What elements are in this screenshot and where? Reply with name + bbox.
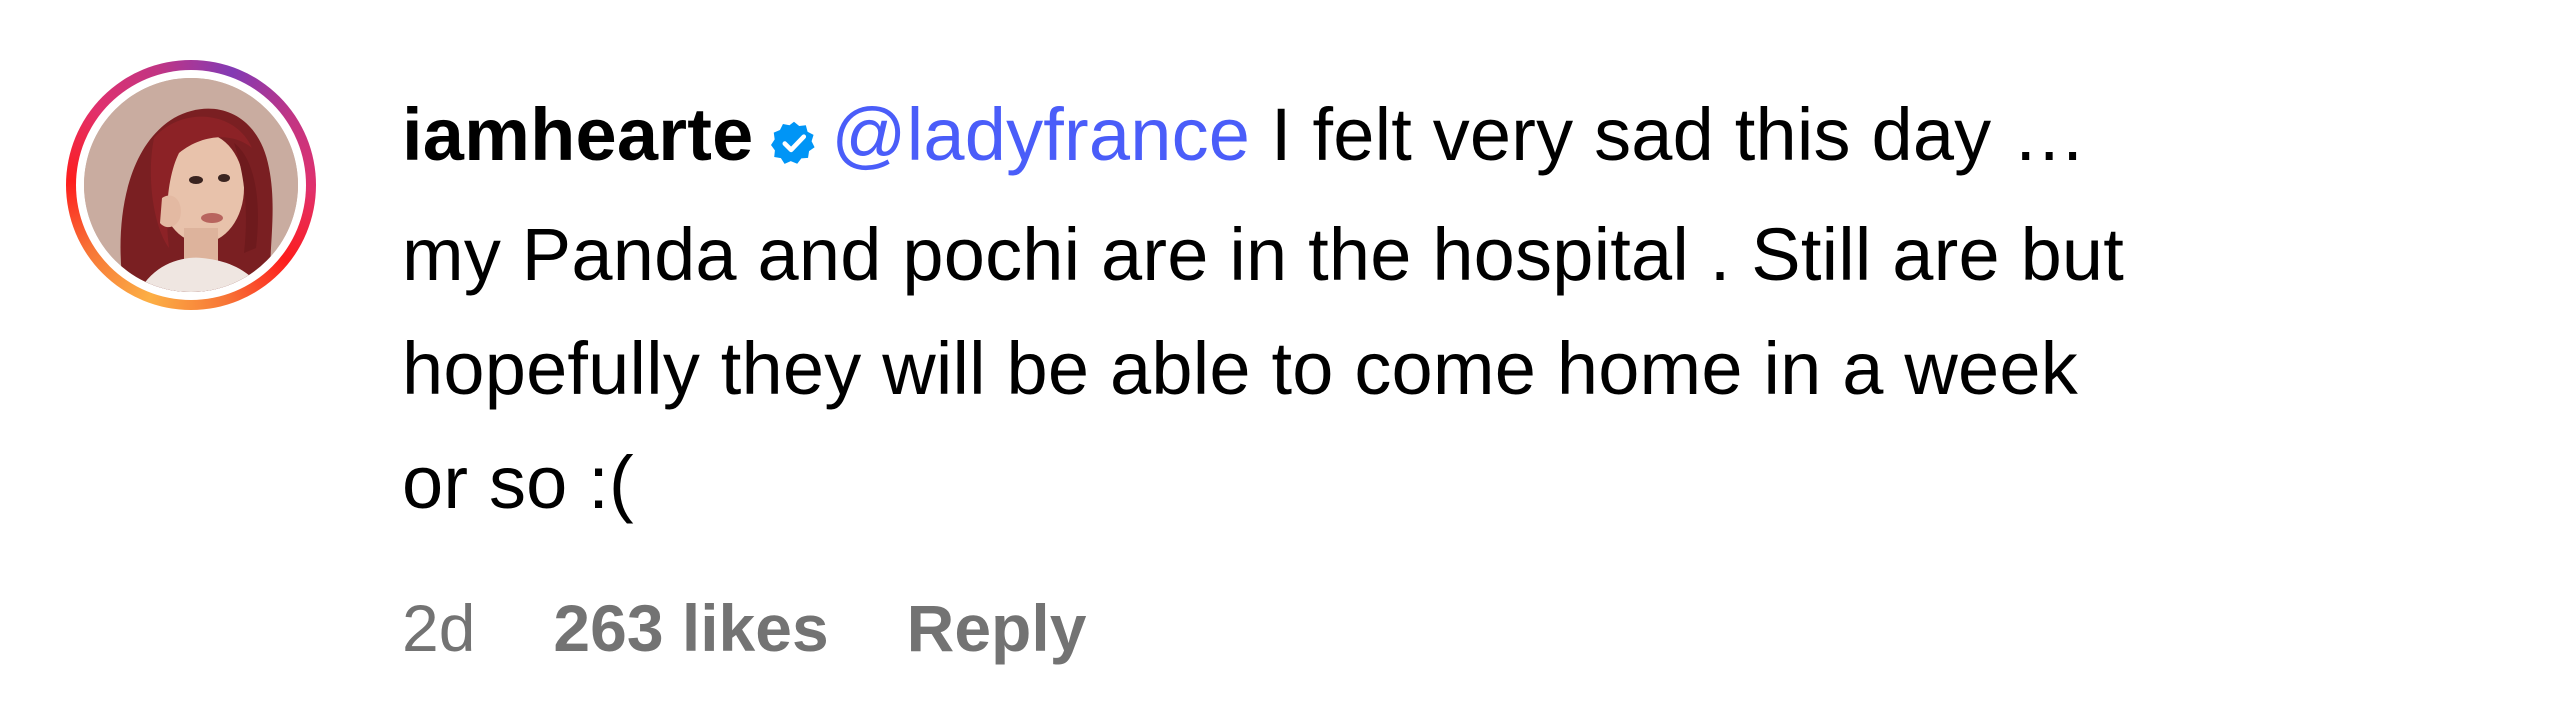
comment-body: iamhearte @ladyfrance I felt very sad thi…: [402, 78, 2502, 540]
comment-meta: 2d 263 likes Reply: [402, 588, 1164, 668]
comment-text-4: or so :(: [402, 441, 634, 524]
avatar[interactable]: [84, 78, 298, 292]
comment-text-1: I felt very sad this day …: [1250, 93, 2087, 176]
timestamp[interactable]: 2d: [402, 591, 475, 665]
comment-line-1: iamhearte @ladyfrance I felt very sad thi…: [402, 78, 2502, 198]
username-link[interactable]: iamhearte: [402, 93, 753, 176]
comment-text-2: my Panda and pochi are in the hospital .…: [402, 213, 2125, 296]
avatar-image: [84, 78, 298, 292]
mention-link[interactable]: @ladyfrance: [831, 93, 1250, 176]
comment-text-3: hopefully they will be able to come home…: [402, 327, 2078, 410]
avatar-frame: [76, 70, 306, 300]
comment: iamhearte @ladyfrance I felt very sad thi…: [0, 0, 2559, 714]
verified-badge-icon: [771, 84, 817, 198]
reply-button[interactable]: Reply: [907, 591, 1087, 665]
story-ring[interactable]: [66, 60, 316, 310]
likes-count[interactable]: 263 likes: [553, 591, 828, 665]
